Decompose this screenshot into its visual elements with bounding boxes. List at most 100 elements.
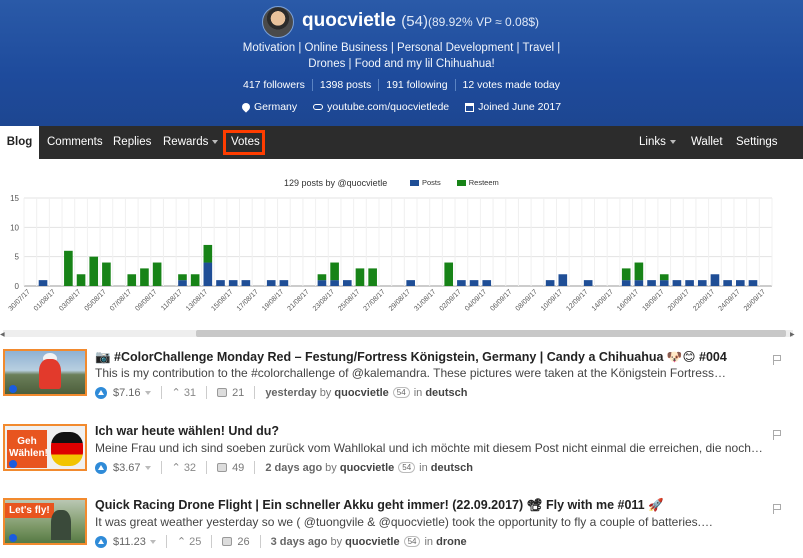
vote-count[interactable]: ⌃ 25 — [177, 535, 202, 548]
comment-icon[interactable] — [217, 463, 228, 472]
post-item[interactable]: 📷 #ColorChallenge Monday Red – Festung/F… — [0, 349, 803, 419]
nav-wallet[interactable]: Wallet — [691, 126, 723, 159]
post-item[interactable]: Let's fly! Quick Racing Drone Flight | E… — [0, 498, 803, 558]
link-icon — [313, 104, 324, 110]
profile-meta: Germany youtube.com/quocvietlede Joined … — [0, 101, 803, 113]
tab-replies[interactable]: Replies — [113, 126, 151, 159]
post-meta: $3.67 ⌃ 32 49 2 days ago by quocvietle 5… — [95, 461, 473, 474]
upvote-icon[interactable] — [95, 535, 107, 548]
legend-resteem[interactable]: Resteem — [456, 178, 499, 187]
in-label: in — [424, 535, 434, 548]
comment-count[interactable]: 21 — [232, 387, 244, 399]
post-title[interactable]: 📷 #ColorChallenge Monday Red – Festung/F… — [95, 349, 727, 365]
joined-text: Joined June 2017 — [478, 101, 562, 113]
flag-icon[interactable] — [773, 355, 781, 365]
x-tick-label: 02/09/17 — [439, 288, 463, 312]
post-time[interactable]: 2 days ago — [265, 462, 322, 474]
post-time[interactable]: yesterday — [265, 387, 316, 399]
chart-scrollbar-thumb[interactable] — [196, 330, 786, 337]
profile-name[interactable]: quocvietle — [302, 10, 396, 31]
post-summary[interactable]: Meine Frau und ich sind soeben zurück vo… — [95, 441, 763, 455]
legend-resteem-swatch — [456, 180, 466, 187]
person-shape — [51, 510, 71, 540]
post-author[interactable]: quocvietle — [345, 536, 399, 548]
post-author[interactable]: quocvietle — [340, 462, 394, 474]
tab-rewards[interactable]: Rewards — [163, 126, 219, 159]
post-meta: $7.16 ⌃ 31 21 yesterday by quocvietle 54… — [95, 386, 468, 399]
vote-count-value: 25 — [189, 536, 202, 548]
chevron-down-icon[interactable] — [144, 465, 151, 470]
post-category[interactable]: drone — [436, 536, 467, 548]
bar-posts — [748, 280, 758, 286]
bar-posts — [216, 280, 225, 286]
bar-posts — [203, 262, 213, 286]
post-thumbnail[interactable] — [3, 349, 87, 396]
location: Germany — [240, 101, 297, 113]
flag-icon[interactable] — [773, 430, 781, 440]
bar-posts — [545, 280, 555, 286]
scroll-right-icon[interactable]: ▶ — [790, 331, 795, 338]
y-tick-label: 15 — [10, 194, 19, 203]
scroll-left-icon[interactable]: ◀ — [0, 331, 5, 338]
tab-comments[interactable]: Comments — [47, 126, 103, 159]
post-thumbnail[interactable]: Geh Wählen! — [3, 424, 87, 471]
vote-count[interactable]: ⌃ 32 — [172, 461, 197, 474]
bar-resteem — [203, 244, 213, 263]
thumbnail-label: Let's fly! — [5, 503, 54, 518]
upvote-icon[interactable] — [95, 461, 107, 474]
post-author[interactable]: quocvietle — [334, 387, 388, 399]
chevron-down-icon[interactable] — [144, 390, 151, 395]
post-payout[interactable]: $3.67 — [113, 462, 141, 474]
post-category[interactable]: deutsch — [431, 462, 473, 474]
nav-settings[interactable]: Settings — [736, 126, 778, 159]
bar-resteem — [317, 274, 327, 281]
voted-badge-icon — [9, 385, 17, 393]
x-tick-label: 29/08/17 — [388, 288, 412, 312]
vote-count[interactable]: ⌃ 31 — [172, 386, 197, 399]
post-category[interactable]: deutsch — [425, 387, 467, 399]
bar-posts — [672, 280, 682, 286]
vote-count-value: 32 — [183, 462, 197, 474]
comment-icon[interactable] — [222, 537, 233, 546]
chevron-down-icon[interactable] — [149, 539, 156, 544]
tab-votes[interactable]: Votes — [231, 126, 260, 159]
website[interactable]: youtube.com/quocvietlede — [313, 101, 449, 113]
post-thumbnail[interactable]: Let's fly! — [3, 498, 87, 545]
author-reputation: 54 — [403, 536, 421, 547]
x-tick-label: 08/09/17 — [515, 288, 539, 312]
upvote-icon[interactable] — [95, 386, 107, 399]
comment-icon[interactable] — [217, 388, 228, 397]
x-tick-label: 31/08/17 — [413, 288, 437, 312]
post-title[interactable]: Ich war heute wählen! Und du? — [95, 424, 279, 438]
post-time[interactable]: 3 days ago — [271, 536, 328, 548]
bar-posts — [647, 280, 656, 286]
following-count[interactable]: 191 following — [379, 79, 456, 91]
comment-count[interactable]: 49 — [232, 462, 244, 474]
x-tick-label: 04/09/17 — [464, 288, 488, 312]
post-item[interactable]: Geh Wählen! Ich war heute wählen! Und du… — [0, 424, 803, 494]
x-tick-label: 14/09/17 — [591, 288, 615, 312]
posts-chart: 15 10 5 030/07/17 01/08/17 03/08/17 05/08/17 07… — [8, 194, 773, 313]
bar-posts — [710, 274, 720, 286]
post-title[interactable]: Quick Racing Drone Flight | Ein schnelle… — [95, 498, 664, 513]
divider — [254, 461, 256, 474]
comment-count[interactable]: 26 — [237, 536, 249, 548]
nav-links[interactable]: Links — [639, 126, 676, 159]
followers-count[interactable]: 417 followers — [236, 79, 313, 91]
tab-blog[interactable]: Blog — [0, 126, 39, 159]
flag-icon[interactable] — [773, 504, 781, 514]
website-link[interactable]: youtube.com/quocvietlede — [327, 101, 449, 113]
voted-badge-icon — [9, 534, 17, 542]
post-summary[interactable]: This is my contribution to the #colorcha… — [95, 366, 726, 380]
voting-power: (89.92% VP ≈ 0.08$) — [427, 15, 540, 29]
x-tick-label: 16/09/17 — [616, 288, 640, 312]
legend-posts[interactable]: Posts — [410, 178, 441, 187]
post-payout[interactable]: $7.16 — [113, 387, 141, 399]
bar-posts — [266, 280, 276, 286]
post-summary[interactable]: It was great weather yesterday so we ( @… — [95, 515, 713, 529]
bar-resteem — [140, 268, 149, 286]
avatar[interactable] — [262, 6, 294, 38]
x-tick-label: 17/08/17 — [236, 288, 260, 312]
post-payout[interactable]: $11.23 — [113, 536, 146, 548]
bar-resteem — [127, 274, 137, 286]
